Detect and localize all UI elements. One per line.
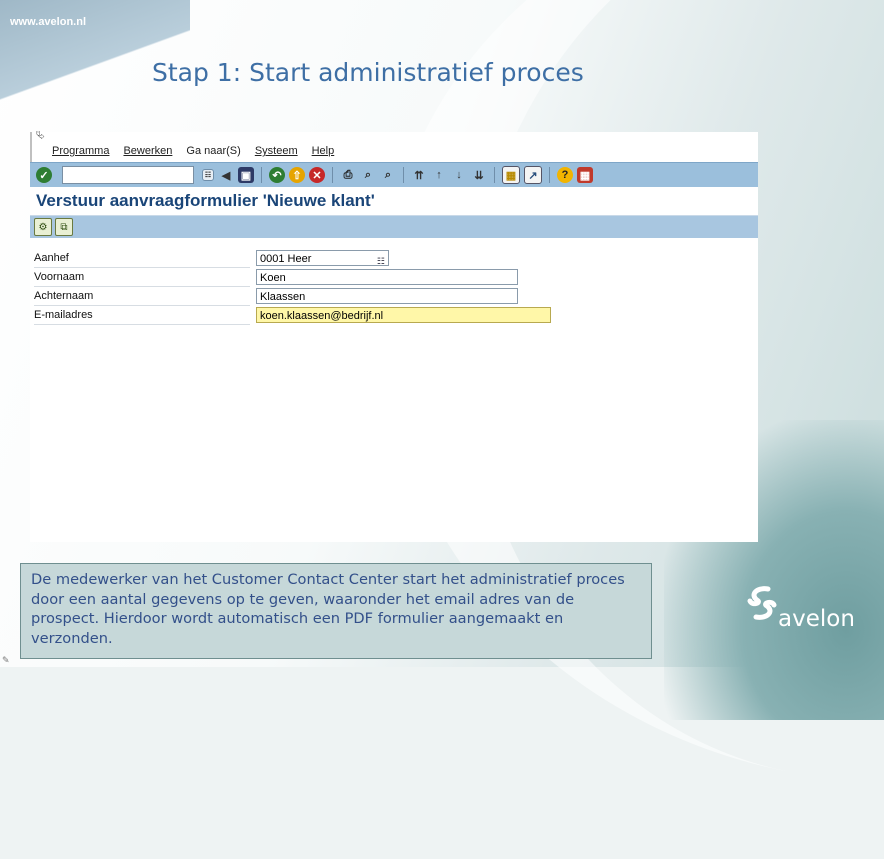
aanhef-value: 0001 Heer (260, 253, 312, 265)
site-url: www.avelon.nl (10, 16, 86, 28)
first-page-icon[interactable]: ⇈ (411, 167, 427, 183)
field-label: Aanhef (34, 250, 250, 268)
shortcut-icon[interactable]: ↗ (524, 166, 542, 184)
cancel-icon[interactable]: ✕ (309, 167, 325, 183)
achternaam-input[interactable]: Klaassen (256, 288, 518, 304)
exit-icon[interactable]: ⇧ (289, 167, 305, 183)
form-area: Aanhef 0001 Heer ☷ Voornaam Koen Achtern… (30, 238, 758, 538)
voornaam-input[interactable]: Koen (256, 269, 518, 285)
application-toolbar: ⚙ ⧉ (30, 216, 758, 238)
next-page-icon[interactable]: ↓ (451, 167, 467, 183)
slide-caption: De medewerker van het Customer Contact C… (20, 563, 652, 659)
field-label: Achternaam (34, 288, 250, 306)
toolbar-separator (332, 167, 333, 183)
print-icon[interactable]: ⎙ (340, 167, 356, 183)
sap-window: ⮱ Programma Bewerken Ga naar(S) Systeem … (30, 130, 758, 542)
form-row-email: E-mailadres koen.klaassen@bedrijf.nl (30, 307, 720, 325)
avelon-logo-mark-icon (747, 586, 777, 620)
menu-bewerken[interactable]: Bewerken (123, 145, 172, 157)
last-page-icon[interactable]: ⇊ (471, 167, 487, 183)
menu-ga-naar[interactable]: Ga naar(S) (186, 145, 240, 157)
email-input[interactable]: koen.klaassen@bedrijf.nl (256, 307, 551, 323)
menu-bar: ⮱ Programma Bewerken Ga naar(S) Systeem … (30, 130, 758, 162)
menu-systeem[interactable]: Systeem (255, 145, 298, 157)
execute-icon[interactable]: ⚙ (34, 218, 52, 236)
avelon-logo: avelon (746, 586, 866, 646)
help-icon[interactable]: ? (557, 167, 573, 183)
aanhef-select[interactable]: 0001 Heer ☷ (256, 250, 389, 266)
enter-icon[interactable]: ✓ (36, 167, 52, 183)
create-session-icon[interactable]: ▦ (502, 166, 520, 184)
back-icon[interactable]: ◀ (218, 167, 234, 183)
menu-icon[interactable]: ⮱ (36, 130, 45, 143)
menu-programma[interactable]: Programma (52, 145, 109, 157)
layout-icon[interactable]: ▦ (577, 167, 593, 183)
form-row-aanhef: Aanhef 0001 Heer ☷ (30, 250, 720, 268)
logo-text: avelon (778, 606, 855, 632)
navigate-back-icon[interactable]: ↶ (269, 167, 285, 183)
system-toolbar: ✓ ☷ ◀ ▣ ↶ ⇧ ✕ ⎙ ⌕ ⌕ ⇈ ↑ ↓ ⇊ ▦ ↗ ? ▦ (30, 162, 758, 187)
form-row-voornaam: Voornaam Koen (30, 269, 720, 287)
toolbar-separator (403, 167, 404, 183)
copy-icon[interactable]: ⧉ (55, 218, 73, 236)
field-label: E-mailadres (34, 307, 250, 325)
dropdown-icon[interactable]: ☷ (377, 253, 385, 269)
menu-help[interactable]: Help (312, 145, 335, 157)
screen-title: Verstuur aanvraagformulier 'Nieuwe klant… (30, 187, 758, 216)
prev-page-icon[interactable]: ↑ (431, 167, 447, 183)
slide-title: Stap 1: Start administratief proces (152, 58, 584, 87)
field-label: Voornaam (34, 269, 250, 287)
find-next-icon[interactable]: ⌕ (380, 167, 396, 183)
toolbar-separator (261, 167, 262, 183)
toolbar-separator (494, 167, 495, 183)
save-icon[interactable]: ▣ (238, 167, 254, 183)
form-row-achternaam: Achternaam Klaassen (30, 288, 720, 306)
command-history-icon[interactable]: ☷ (202, 169, 214, 181)
cursor-stamp-icon: ✎ (2, 656, 10, 666)
find-icon[interactable]: ⌕ (360, 167, 376, 183)
toolbar-separator (549, 167, 550, 183)
command-field[interactable] (62, 166, 194, 184)
